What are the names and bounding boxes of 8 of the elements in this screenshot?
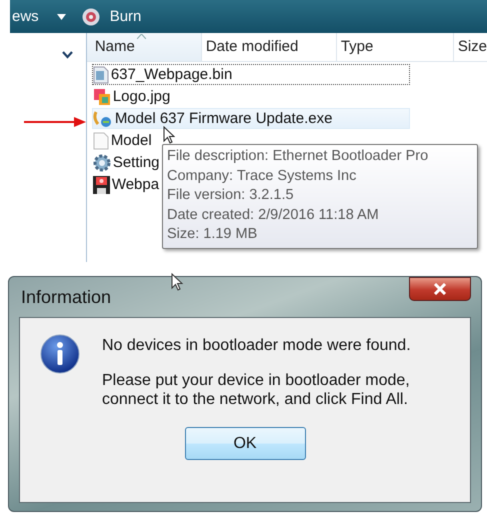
message-text: Please put your device in bootloader mode, connect it to the network, and click Find All.	[102, 371, 411, 409]
tooltip-line: Company: Trace Systems Inc	[167, 166, 358, 186]
tooltip-line: Date created: 2/9/2016 11:18 AM	[167, 206, 380, 224]
tooltip-line: File description: Ethernet Bootloader Pro	[167, 147, 430, 166]
window-title: Information	[20, 286, 112, 308]
message-text: No devices in bootloader mode were found.	[102, 336, 412, 355]
tooltip-line: Size: 1.19 MB	[167, 225, 258, 244]
tooltip-line: File version: 3.2.1.5	[167, 186, 295, 205]
